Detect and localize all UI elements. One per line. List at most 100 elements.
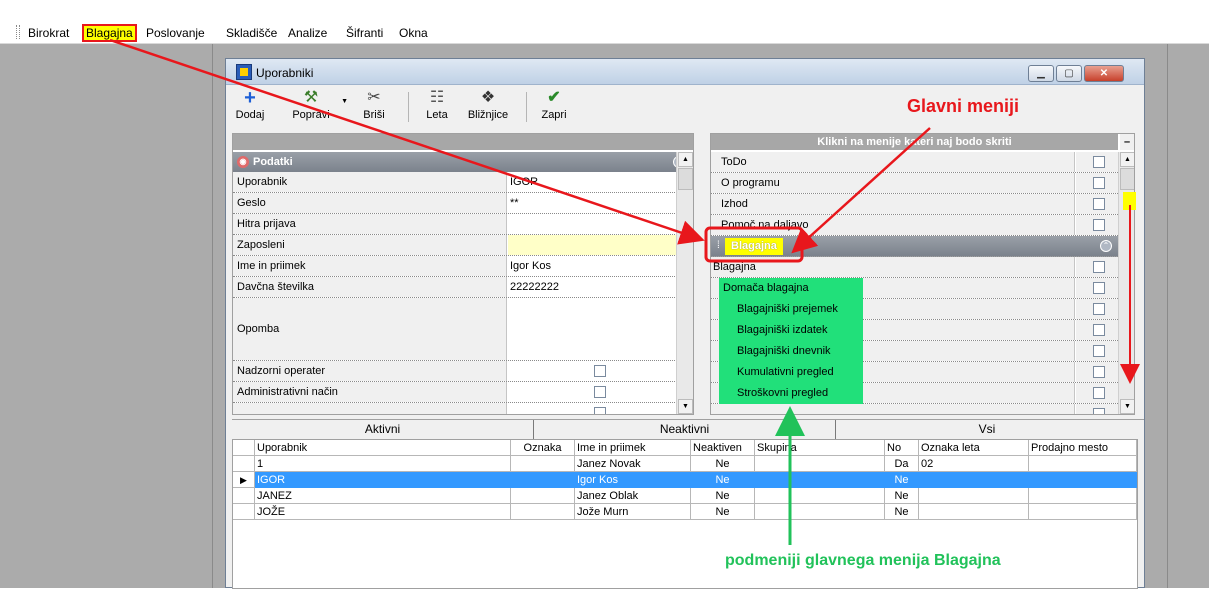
property-row-nadzorni-operater: Nadzorni operater <box>233 361 691 382</box>
menu-row-todo: ToDo <box>711 152 1118 173</box>
years-button[interactable]: ☷ Leta <box>420 88 454 128</box>
supervisor-value <box>508 361 691 381</box>
shortcuts-button[interactable]: ❖ Bližnjice <box>460 88 516 128</box>
table-row[interactable]: JOŽE Jože Murn Ne Ne <box>233 504 1137 520</box>
annotation-main-menus: Glavni meniji <box>907 96 1020 116</box>
hide-checkbox[interactable] <box>1093 303 1105 315</box>
column-header[interactable]: No <box>885 440 919 456</box>
tab-neaktivni[interactable]: Neaktivni <box>534 420 836 440</box>
minimize-button[interactable]: ▁ <box>1028 65 1054 82</box>
quick-login-field[interactable] <box>508 214 691 234</box>
menu-row-blagajniski-izdatek: Blagajniški izdatek <box>711 320 1118 341</box>
hide-checkbox[interactable] <box>1093 387 1105 399</box>
property-row-partial <box>233 403 691 414</box>
hide-checkbox[interactable] <box>1093 261 1105 273</box>
current-row-icon: ▶ <box>233 472 255 488</box>
menu-row-blagajniski-prejemek: Blagajniški prejemek <box>711 299 1118 320</box>
menu-row-label: Blagajniški izdatek <box>719 320 863 341</box>
scroll-thumb[interactable] <box>1120 168 1134 190</box>
add-button[interactable]: + Dodaj <box>230 88 270 128</box>
category-header-podatki[interactable]: ◉ Podatki ⌃ <box>233 152 691 172</box>
menu-row-label: Blagajniški dnevnik <box>719 341 863 362</box>
menu-analize[interactable]: Analize <box>286 26 329 40</box>
menu-row-partial <box>711 404 1118 414</box>
menu-okna[interactable]: Okna <box>397 26 430 40</box>
close-button[interactable]: ✕ <box>1084 65 1124 82</box>
hide-checkbox[interactable] <box>1093 219 1105 231</box>
supervisor-checkbox[interactable] <box>594 365 606 377</box>
menubar-grip[interactable] <box>16 25 20 39</box>
tab-aktivni[interactable]: Aktivni <box>232 420 534 440</box>
username-field[interactable]: IGOR <box>508 172 691 192</box>
scroll-up-icon[interactable]: ▲ <box>1120 152 1134 167</box>
window-title: Uporabniki <box>256 66 314 80</box>
column-header[interactable]: Uporabnik <box>255 440 511 456</box>
edit-button[interactable]: ⚒ Popravi ▼ <box>282 88 348 128</box>
menu-row-pomoc-na-daljavo: Pomoč na daljavo <box>711 215 1118 236</box>
scroll-thumb[interactable] <box>678 168 693 190</box>
menu-birokrat[interactable]: Birokrat <box>26 26 71 40</box>
menu-skladisce[interactable]: Skladišče <box>224 26 279 40</box>
hide-checkbox[interactable] <box>1093 177 1105 189</box>
hide-checkbox[interactable] <box>1093 156 1105 168</box>
table-row[interactable]: 1 Janez Novak Ne Da 02 <box>233 456 1137 472</box>
properties-scrollbar[interactable]: ▲ ▼ <box>676 152 693 414</box>
maximize-button[interactable]: ▢ <box>1056 65 1082 82</box>
table-row[interactable]: JANEZ Janez Oblak Ne Ne <box>233 488 1137 504</box>
users-window: Uporabniki ▁ ▢ ✕ + Dodaj ⚒ Popravi ▼ ✂ B… <box>225 58 1145 589</box>
column-header[interactable]: Neaktiven <box>691 440 755 456</box>
column-header[interactable]: Oznaka leta <box>919 440 1029 456</box>
close-window-button[interactable]: ✔ Zapri <box>536 88 572 128</box>
scroll-up-icon[interactable]: ▲ <box>678 152 693 167</box>
category-label: Blagajna <box>725 238 783 255</box>
window-app-icon <box>236 64 252 80</box>
collapse-icon[interactable]: ⌃ <box>1100 240 1112 252</box>
toolbar-separator <box>408 92 409 122</box>
column-header[interactable]: Oznaka <box>511 440 575 456</box>
property-row-geslo: Geslo ** <box>233 193 691 214</box>
property-row-ime-in-priimek: Ime in priimek Igor Kos <box>233 256 691 277</box>
property-label: Hitra prijava <box>233 214 507 234</box>
menu-blagajna[interactable]: Blagajna <box>82 24 137 42</box>
menus-scrollbar[interactable]: ▲ ▼ <box>1118 152 1134 414</box>
hide-checkbox[interactable] <box>1093 345 1105 357</box>
workspace-divider-right <box>1167 44 1168 588</box>
menu-row-label: Kumulativni pregled <box>719 362 863 383</box>
column-header[interactable]: Skupina <box>755 440 885 456</box>
plus-icon: + <box>244 87 256 109</box>
password-field[interactable]: ** <box>508 193 691 213</box>
admin-mode-checkbox[interactable] <box>594 386 606 398</box>
employee-dropdown[interactable]: ▼ <box>508 235 691 255</box>
hide-checkbox[interactable] <box>1093 198 1105 210</box>
hide-checkbox[interactable] <box>1093 408 1105 414</box>
menu-poslovanje[interactable]: Poslovanje <box>144 26 207 40</box>
collapse-panel-button[interactable]: – <box>1120 134 1134 150</box>
window-titlebar[interactable]: Uporabniki ▁ ▢ ✕ <box>226 59 1144 85</box>
checkbox[interactable] <box>594 407 606 414</box>
menu-row-label: Izhod <box>711 194 1075 214</box>
property-label: Ime in priimek <box>233 256 507 276</box>
tab-vsi[interactable]: Vsi <box>836 420 1138 440</box>
tax-number-field[interactable]: 22222222 <box>508 277 691 297</box>
toolbar-separator <box>526 92 527 122</box>
note-field[interactable] <box>508 298 691 360</box>
property-label: Opomba <box>233 298 507 360</box>
grip-icon: ⁞ <box>717 240 720 251</box>
scroll-down-icon[interactable]: ▼ <box>1120 399 1134 414</box>
table-row-selected[interactable]: ▶ IGOR Igor Kos Ne Ne <box>233 472 1137 488</box>
full-name-field[interactable]: Igor Kos <box>508 256 691 276</box>
chevron-down-icon[interactable]: ▼ <box>341 98 348 105</box>
hide-checkbox[interactable] <box>1093 324 1105 336</box>
scroll-down-icon[interactable]: ▼ <box>678 399 693 414</box>
row-indicator-header <box>233 440 255 456</box>
column-header[interactable]: Ime in priimek <box>575 440 691 456</box>
hide-checkbox[interactable] <box>1093 282 1105 294</box>
hide-checkbox[interactable] <box>1093 366 1105 378</box>
hammer-icon: ⚒ <box>303 89 319 106</box>
category-header-blagajna[interactable]: ⁞ Blagajna ⌃ <box>711 236 1118 257</box>
menu-sifranti[interactable]: Šifranti <box>344 26 385 40</box>
delete-button[interactable]: ✂ Briši <box>356 88 392 128</box>
column-header[interactable]: Prodajno mesto <box>1029 440 1137 456</box>
property-row-opomba: Opomba <box>233 298 691 361</box>
users-filter-tabs: Aktivni Neaktivni Vsi <box>232 419 1144 440</box>
